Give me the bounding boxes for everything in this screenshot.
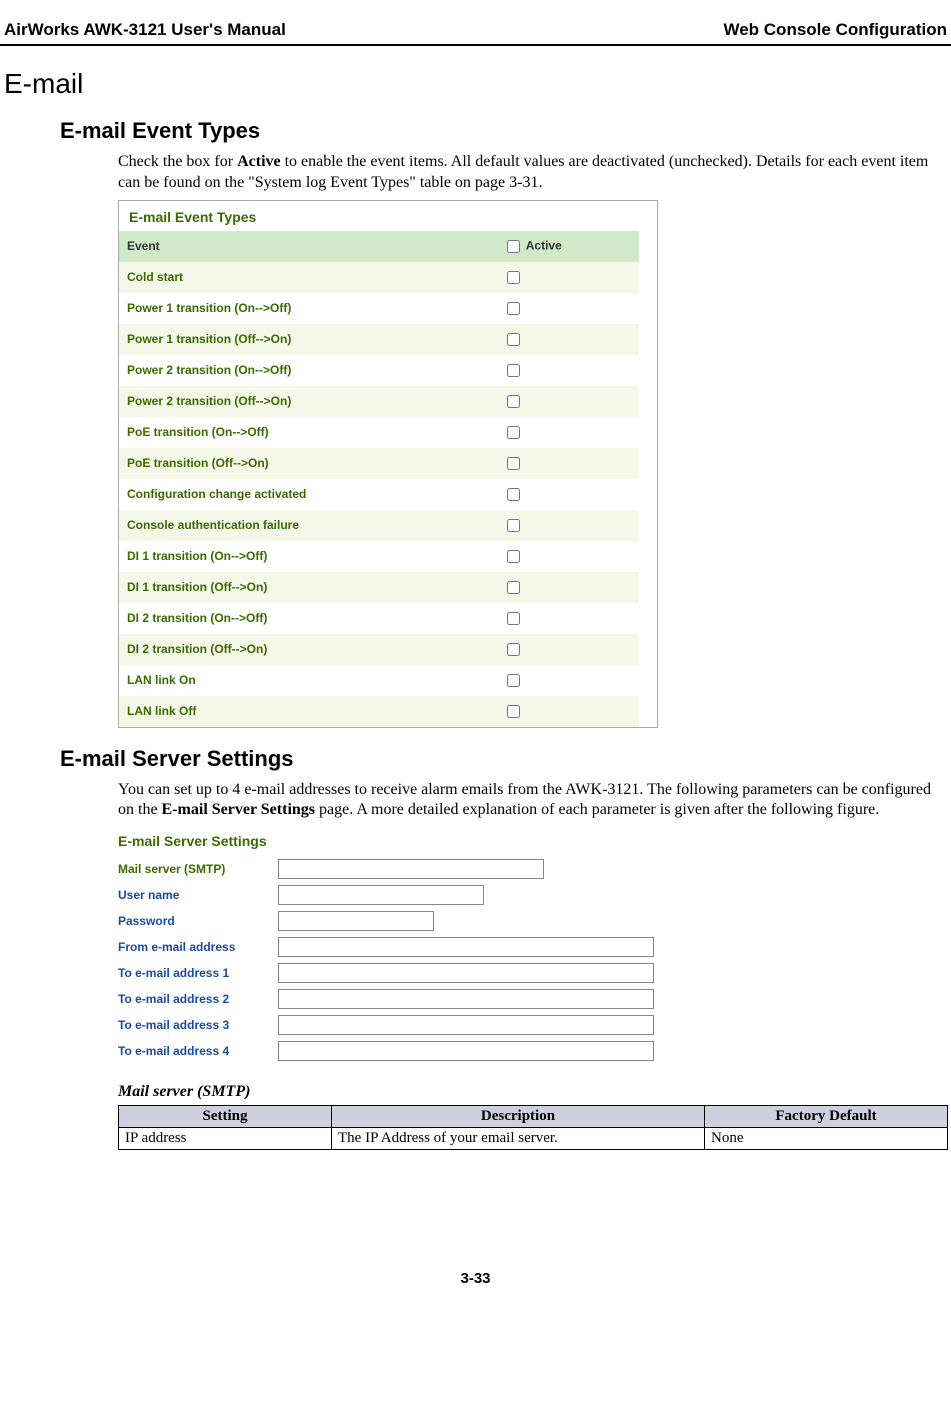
checkbox-event[interactable]	[507, 395, 520, 408]
event-label: DI 2 transition (On-->Off)	[119, 603, 495, 634]
checkbox-event[interactable]	[507, 457, 520, 470]
event-label: DI 2 transition (Off-->On)	[119, 634, 495, 665]
table-row: DI 2 transition (On-->Off)	[119, 603, 639, 634]
heading-email-server-settings: E-mail Server Settings	[60, 746, 951, 772]
event-label: PoE transition (On-->Off)	[119, 417, 495, 448]
event-label: LAN link Off	[119, 696, 495, 727]
checkbox-active-all[interactable]	[507, 240, 520, 253]
event-label: Power 1 transition (On-->Off)	[119, 293, 495, 324]
table-row: LAN link Off	[119, 696, 639, 727]
event-types-table: Event Active Cold start Power 1 transiti…	[119, 231, 639, 727]
event-label: Configuration change activated	[119, 479, 495, 510]
cell-setting: IP address	[119, 1128, 332, 1150]
table-row: Configuration change activated	[119, 479, 639, 510]
checkbox-event[interactable]	[507, 333, 520, 346]
checkbox-event[interactable]	[507, 612, 520, 625]
table-row: Power 1 transition (On-->Off)	[119, 293, 639, 324]
input-user[interactable]	[278, 885, 484, 905]
table-row: Console authentication failure	[119, 510, 639, 541]
table-row: LAN link On	[119, 665, 639, 696]
label-pass: Password	[118, 914, 278, 928]
input-to1[interactable]	[278, 963, 654, 983]
table-row: DI 2 transition (Off-->On)	[119, 634, 639, 665]
param-table-smtp: Setting Description Factory Default IP a…	[118, 1105, 948, 1150]
checkbox-event[interactable]	[507, 488, 520, 501]
heading-email-event-types: E-mail Event Types	[60, 118, 951, 144]
section-title-email: E-mail	[4, 68, 951, 100]
checkbox-event[interactable]	[507, 426, 520, 439]
checkbox-event[interactable]	[507, 271, 520, 284]
checkbox-event[interactable]	[507, 519, 520, 532]
header-right: Web Console Configuration	[723, 20, 947, 40]
checkbox-event[interactable]	[507, 581, 520, 594]
page-header: AirWorks AWK-3121 User's Manual Web Cons…	[0, 20, 951, 46]
table-row: Power 1 transition (Off-->On)	[119, 324, 639, 355]
label-to4: To e-mail address 4	[118, 1044, 278, 1058]
col-event: Event	[119, 231, 495, 262]
table-row: PoE transition (On-->Off)	[119, 417, 639, 448]
label-user: User name	[118, 888, 278, 902]
col-desc: Description	[332, 1106, 705, 1128]
checkbox-event[interactable]	[507, 302, 520, 315]
input-smtp[interactable]	[278, 859, 544, 879]
col-setting: Setting	[119, 1106, 332, 1128]
event-label: DI 1 transition (On-->Off)	[119, 541, 495, 572]
input-to3[interactable]	[278, 1015, 654, 1035]
row-to2: To e-mail address 2	[118, 989, 668, 1009]
label-to1: To e-mail address 1	[118, 966, 278, 980]
event-label: Console authentication failure	[119, 510, 495, 541]
screenshot-title-server: E-mail Server Settings	[118, 827, 668, 859]
table-row: DI 1 transition (On-->Off)	[119, 541, 639, 572]
label-from: From e-mail address	[118, 940, 278, 954]
screenshot-email-server-settings: E-mail Server Settings Mail server (SMTP…	[118, 827, 668, 1061]
row-pass: Password	[118, 911, 668, 931]
cell-default: None	[705, 1128, 948, 1150]
row-to1: To e-mail address 1	[118, 963, 668, 983]
screenshot-title: E-mail Event Types	[119, 201, 657, 231]
cell-desc: The IP Address of your email server.	[332, 1128, 705, 1150]
event-label: Cold start	[119, 262, 495, 293]
row-user: User name	[118, 885, 668, 905]
event-label: Power 2 transition (Off-->On)	[119, 386, 495, 417]
checkbox-event[interactable]	[507, 643, 520, 656]
label-to2: To e-mail address 2	[118, 992, 278, 1006]
table-row: Cold start	[119, 262, 639, 293]
label-to3: To e-mail address 3	[118, 1018, 278, 1032]
input-to4[interactable]	[278, 1041, 654, 1061]
event-label: LAN link On	[119, 665, 495, 696]
col-active: Active	[495, 231, 639, 262]
table-row: Power 2 transition (Off-->On)	[119, 386, 639, 417]
row-smtp: Mail server (SMTP)	[118, 859, 668, 879]
checkbox-event[interactable]	[507, 674, 520, 687]
checkbox-event[interactable]	[507, 705, 520, 718]
event-label: PoE transition (Off-->On)	[119, 448, 495, 479]
event-label: Power 1 transition (Off-->On)	[119, 324, 495, 355]
label-smtp: Mail server (SMTP)	[118, 862, 278, 876]
table-row: Power 2 transition (On-->Off)	[119, 355, 639, 386]
header-left: AirWorks AWK-3121 User's Manual	[4, 20, 286, 40]
input-from[interactable]	[278, 937, 654, 957]
paragraph-event-types: Check the box for Active to enable the e…	[118, 152, 947, 194]
event-label: Power 2 transition (On-->Off)	[119, 355, 495, 386]
row-from: From e-mail address	[118, 937, 668, 957]
checkbox-event[interactable]	[507, 364, 520, 377]
row-to3: To e-mail address 3	[118, 1015, 668, 1035]
input-to2[interactable]	[278, 989, 654, 1009]
param-title-smtp: Mail server (SMTP)	[118, 1083, 951, 1101]
table-row: DI 1 transition (Off-->On)	[119, 572, 639, 603]
screenshot-email-event-types: E-mail Event Types Event Active Cold sta…	[118, 200, 658, 728]
param-row: IP address The IP Address of your email …	[119, 1128, 948, 1150]
row-to4: To e-mail address 4	[118, 1041, 668, 1061]
page-number: 3-33	[0, 1270, 951, 1287]
col-default: Factory Default	[705, 1106, 948, 1128]
paragraph-server-settings: You can set up to 4 e-mail addresses to …	[118, 780, 947, 822]
checkbox-event[interactable]	[507, 550, 520, 563]
table-row: PoE transition (Off-->On)	[119, 448, 639, 479]
event-label: DI 1 transition (Off-->On)	[119, 572, 495, 603]
input-pass[interactable]	[278, 911, 434, 931]
